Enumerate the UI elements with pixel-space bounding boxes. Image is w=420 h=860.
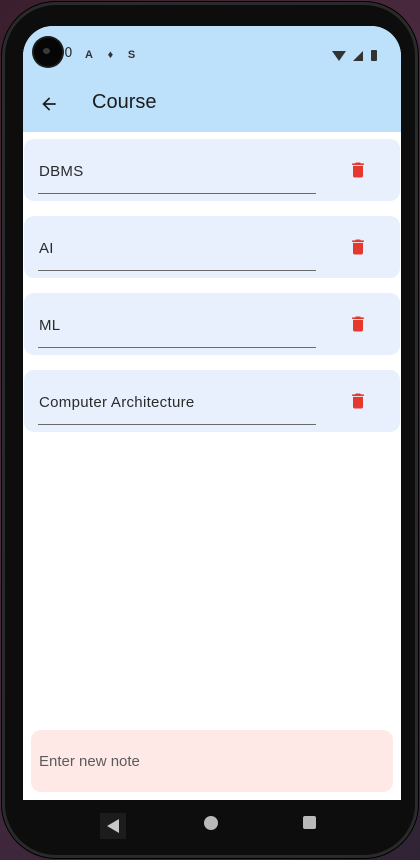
- list-item: ML: [24, 293, 400, 355]
- delete-button[interactable]: [348, 159, 368, 181]
- back-button[interactable]: [33, 88, 65, 120]
- app-screen: 50 A ♦ S Course DBMS AI ML Computer Arch…: [23, 26, 401, 800]
- course-name: Computer Architecture: [39, 394, 195, 411]
- new-note-input[interactable]: [31, 730, 393, 792]
- trash-icon: [352, 162, 364, 178]
- list-item: Computer Architecture: [24, 370, 400, 432]
- arrow-left-icon: [42, 97, 56, 111]
- notification-a-icon: A: [85, 49, 93, 61]
- course-name-field[interactable]: ML: [38, 307, 316, 348]
- course-name: ML: [39, 317, 61, 334]
- system-icons: [328, 47, 377, 62]
- back-triangle-icon: [107, 819, 119, 833]
- course-name: AI: [39, 240, 54, 257]
- system-nav-bar: [23, 800, 401, 846]
- front-camera: [34, 38, 62, 66]
- trash-icon: [352, 316, 364, 332]
- list-item: AI: [24, 216, 400, 278]
- notification-icons: A ♦ S: [85, 46, 146, 61]
- trash-icon: [352, 393, 364, 409]
- notification-s-icon: S: [127, 49, 136, 61]
- page-title: Course: [92, 91, 157, 113]
- wifi-icon: [331, 50, 346, 61]
- delete-button[interactable]: [348, 236, 368, 258]
- list-item: DBMS: [24, 139, 400, 201]
- recents-square-icon[interactable]: [303, 816, 316, 829]
- status-bar: 50 A ♦ S: [23, 44, 401, 64]
- home-circle-icon[interactable]: [204, 816, 218, 830]
- battery-icon: [371, 50, 377, 62]
- nav-back-button[interactable]: [100, 813, 126, 839]
- course-name: DBMS: [39, 163, 84, 180]
- app-bar: 50 A ♦ S Course: [23, 26, 401, 132]
- trash-icon: [352, 239, 364, 255]
- notification-diamond-icon: ♦: [107, 49, 114, 61]
- delete-button[interactable]: [348, 390, 368, 412]
- signal-icon: [353, 50, 364, 61]
- course-name-field[interactable]: AI: [38, 230, 316, 271]
- phone-frame: 50 A ♦ S Course DBMS AI ML Computer Arch…: [2, 2, 418, 858]
- course-name-field[interactable]: DBMS: [38, 153, 316, 194]
- delete-button[interactable]: [348, 313, 368, 335]
- course-name-field[interactable]: Computer Architecture: [38, 384, 316, 425]
